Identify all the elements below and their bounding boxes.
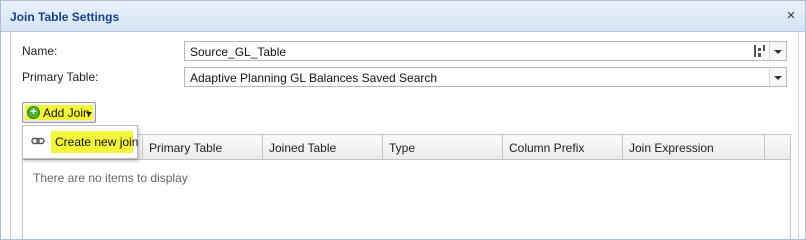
empty-grid-message: There are no items to display [33,171,188,185]
column-header-type[interactable]: Type [383,135,503,159]
menu-item-label: Create new join [55,135,139,149]
chevron-down-icon [86,112,92,116]
menu-item-create-new-join[interactable]: Create new join [25,129,139,155]
column-header-column-prefix[interactable]: Column Prefix [503,135,623,159]
name-label: Name: [22,44,58,58]
column-header-joined-table[interactable]: Joined Table [263,135,383,159]
primary-table-dropdown-trigger[interactable] [769,68,786,86]
plus-circle-icon: + [27,106,40,119]
close-icon[interactable]: × [782,7,800,25]
name-field[interactable]: Source_GL_Table [184,41,787,61]
link-icon [31,137,45,145]
name-dropdown-trigger[interactable] [769,42,786,60]
primary-table-label: Primary Table: [22,70,99,84]
primary-table-select[interactable]: Adaptive Planning GL Balances Saved Sear… [184,67,787,87]
add-join-label: Add Join [43,106,90,120]
name-field-value: Source_GL_Table [190,45,287,59]
add-join-button[interactable]: + Add Join [22,102,96,123]
dialog-title: Join Table Settings [10,10,120,24]
column-header-join-expression[interactable]: Join Expression [623,135,765,159]
field-picker-icon[interactable] [754,45,766,57]
dialog-titlebar: Join Table Settings × [1,1,805,32]
column-header-primary-table[interactable]: Primary Table [143,135,263,159]
join-table-settings-dialog: Join Table Settings × Name: Source_GL_Ta… [0,0,806,240]
add-join-menu: Create new join [22,125,138,159]
primary-table-value: Adaptive Planning GL Balances Saved Sear… [190,71,438,85]
